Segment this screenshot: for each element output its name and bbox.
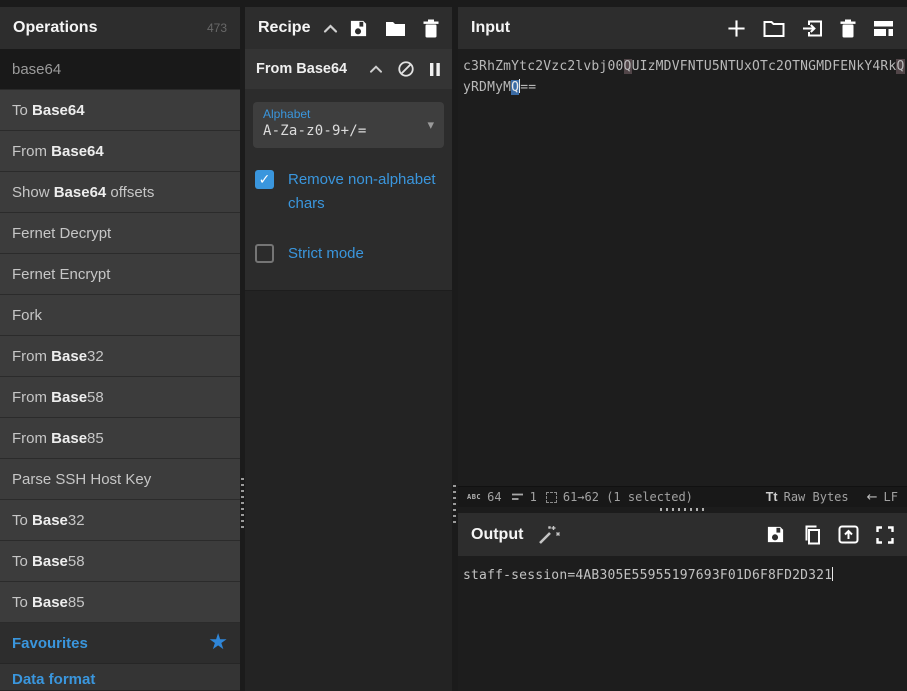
operation-item-to-base85[interactable]: To Base 85 (0, 582, 240, 623)
input-text-segment: c3RhZmYtc2Vzc2lvbj00 (463, 59, 624, 74)
input-title: Input (471, 19, 511, 36)
alphabet-label: Alphabet (263, 107, 311, 121)
add-input-tab-icon[interactable] (727, 19, 746, 38)
clear-recipe-trash-icon[interactable] (423, 19, 439, 38)
operation-search (0, 49, 240, 90)
category-data-format[interactable]: Data format (0, 664, 240, 691)
open-folder-input-icon[interactable] (763, 20, 785, 37)
operation-item-show-base64-offsets[interactable]: Show Base64 offsets (0, 172, 240, 213)
encoding-value: Raw Bytes (783, 490, 849, 504)
operation-search-input[interactable] (0, 49, 240, 89)
save-recipe-icon[interactable] (349, 19, 368, 38)
strict-mode-label: Strict mode (288, 245, 364, 262)
line-count-status[interactable]: 1 (511, 490, 537, 504)
operation-item-from-base32[interactable]: From Base 32 (0, 336, 240, 377)
operation-arguments: Alphabet A-Za-z0-9+/= ▾ ✓ Remove non-alp… (245, 89, 452, 290)
input-text-segment: == (520, 80, 537, 95)
alphabet-value[interactable]: A-Za-z0-9+/= (263, 123, 434, 139)
remove-non-alphabet-checkbox-row[interactable]: ✓ Remove non-alphabet chars (255, 168, 440, 216)
remove-non-alphabet-label: Remove non-alphabet chars (288, 171, 436, 212)
input-selected-text: Q (511, 80, 520, 95)
operations-count: 473 (206, 21, 227, 35)
operation-item-from-base85[interactable]: From Base 85 (0, 418, 240, 459)
operation-item-from-base58[interactable]: From Base 58 (0, 377, 240, 418)
chevron-up-icon[interactable] (323, 23, 338, 34)
breakpoint-pause-icon[interactable] (429, 62, 441, 77)
checkbox-unchecked-icon[interactable] (255, 244, 274, 263)
star-icon[interactable]: ★ (208, 632, 228, 654)
save-output-icon[interactable] (766, 525, 785, 544)
output-cursor (832, 567, 834, 581)
char-count-status[interactable]: ABC 64 (467, 490, 502, 504)
selection-value: 61→62 (1 selected) (562, 490, 693, 504)
recipe-io-splitter[interactable] (452, 7, 458, 691)
load-recipe-folder-icon[interactable] (385, 20, 406, 37)
selection-status[interactable]: 61→62 (1 selected) (545, 490, 693, 504)
operations-recipe-splitter[interactable] (240, 7, 245, 691)
maximize-output-icon[interactable] (876, 525, 894, 544)
operations-header: Operations 473 (0, 7, 240, 49)
operation-name: From Base64 (256, 61, 348, 77)
alphabet-select[interactable]: Alphabet A-Za-z0-9+/= ▾ (253, 102, 444, 148)
operation-item-to-base32[interactable]: To Base 32 (0, 500, 240, 541)
input-tab-layout-icon[interactable] (873, 20, 894, 37)
eol-value: LF (883, 490, 898, 504)
selection-icon (545, 491, 557, 503)
operations-panel: Operations 473 To Base64 From Base64 Sho… (0, 7, 240, 691)
input-text-segment: yRDMyM (463, 80, 512, 95)
input-match-highlight: Q (623, 59, 632, 74)
char-count-icon: ABC (467, 493, 482, 501)
data-format-label: Data format (12, 671, 96, 688)
eol-arrow-icon: ← (866, 489, 878, 505)
line-count-value: 1 (529, 490, 537, 504)
eol-status[interactable]: ← LF (867, 490, 898, 505)
recipe-header: Recipe (245, 7, 452, 49)
operation-item-fernet-decrypt[interactable]: Fernet Decrypt (0, 213, 240, 254)
output-text: staff-session=4AB305E55955197693F01D6F8F… (463, 568, 833, 583)
io-panel: Input c3RhZmYtc2Vzc2lvbj00QUIzMDVFNTU5NT… (458, 7, 907, 691)
output-editor[interactable]: staff-session=4AB305E55955197693F01D6F8F… (458, 556, 907, 691)
operation-item-to-base58[interactable]: To Base 58 (0, 541, 240, 582)
encoding-icon: Tt (765, 490, 778, 504)
copy-output-icon[interactable] (802, 525, 821, 545)
input-match-highlight: Q (896, 59, 905, 74)
open-file-input-icon[interactable] (802, 19, 823, 38)
clear-io-trash-icon[interactable] (840, 19, 856, 38)
collapse-args-chevron-icon[interactable] (369, 64, 383, 74)
operation-card-header[interactable]: From Base64 (245, 49, 452, 89)
recipe-title: Recipe (258, 19, 311, 36)
recipe-panel: Recipe From Base64 Alphabet A-Za-z0-9+/=… (245, 7, 452, 691)
char-count-value: 64 (487, 490, 502, 504)
output-header: Output (458, 513, 907, 556)
splitter-grip[interactable] (659, 508, 706, 511)
input-editor[interactable]: c3RhZmYtc2Vzc2lvbj00QUIzMDVFNTU5NTUxOTc2… (458, 49, 907, 486)
line-count-icon (511, 493, 523, 500)
recipe-drop-area[interactable] (245, 290, 452, 691)
checkbox-checked-icon[interactable]: ✓ (255, 170, 274, 189)
operation-item-parse-ssh-host-key[interactable]: Parse SSH Host Key (0, 459, 240, 500)
category-favourites[interactable]: Favourites ★ (0, 623, 240, 664)
replace-input-with-output-icon[interactable] (838, 525, 859, 544)
operation-item-from-base64[interactable]: From Base64 (0, 131, 240, 172)
splitter-grip[interactable] (241, 478, 244, 532)
operations-title: Operations (13, 19, 98, 36)
input-status-bar: ABC 64 1 61→62 (1 selected) Tt Raw Bytes… (458, 486, 907, 507)
splitter-grip[interactable] (453, 485, 456, 527)
magic-wand-icon[interactable] (537, 524, 561, 546)
recipe-operation-from-base64[interactable]: From Base64 Alphabet A-Za-z0-9+/= ▾ ✓ Re… (245, 49, 452, 290)
disable-operation-icon[interactable] (397, 60, 415, 78)
output-title: Output (471, 525, 524, 543)
input-text-segment: UIzMDVFNTU5NTUxOTc2OTNGMDFENkY4Rk (631, 59, 897, 74)
favourites-label: Favourites (12, 634, 88, 652)
operation-item-fernet-encrypt[interactable]: Fernet Encrypt (0, 254, 240, 295)
input-header: Input (458, 7, 907, 49)
operation-item-to-base64[interactable]: To Base64 (0, 90, 240, 131)
operation-item-fork[interactable]: Fork (0, 295, 240, 336)
cyberchef-app: Operations 473 To Base64 From Base64 Sho… (0, 7, 907, 691)
caret-down-icon[interactable]: ▾ (427, 118, 434, 133)
character-encoding-status[interactable]: Tt Raw Bytes (766, 490, 849, 504)
strict-mode-checkbox-row[interactable]: Strict mode (255, 242, 440, 266)
